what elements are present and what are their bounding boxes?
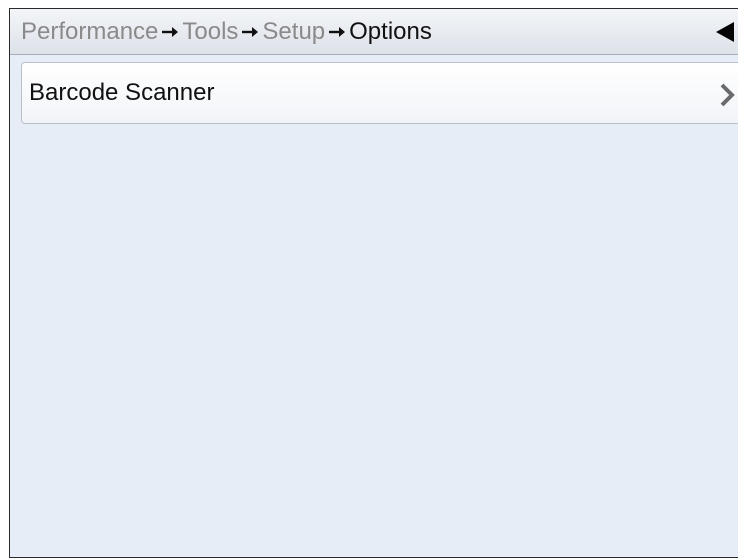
list-item-barcode-scanner[interactable]: Barcode Scanner xyxy=(21,62,738,124)
header-bar: Performance Tools Setup Options xyxy=(10,9,738,55)
breadcrumb-item-options: Options xyxy=(349,17,432,45)
arrow-right-icon xyxy=(242,26,259,37)
breadcrumb: Performance Tools Setup Options xyxy=(10,17,432,45)
breadcrumb-item-setup[interactable]: Setup xyxy=(262,19,325,44)
arrow-right-icon xyxy=(329,26,346,37)
list-item-label: Barcode Scanner xyxy=(29,79,215,106)
chevron-right-icon xyxy=(720,83,735,107)
back-triangle-icon[interactable] xyxy=(714,20,736,44)
breadcrumb-item-tools[interactable]: Tools xyxy=(182,19,238,44)
breadcrumb-item-performance[interactable]: Performance xyxy=(21,19,158,44)
app-window: Performance Tools Setup Options Barcode … xyxy=(9,8,738,558)
arrow-right-icon xyxy=(162,26,179,37)
